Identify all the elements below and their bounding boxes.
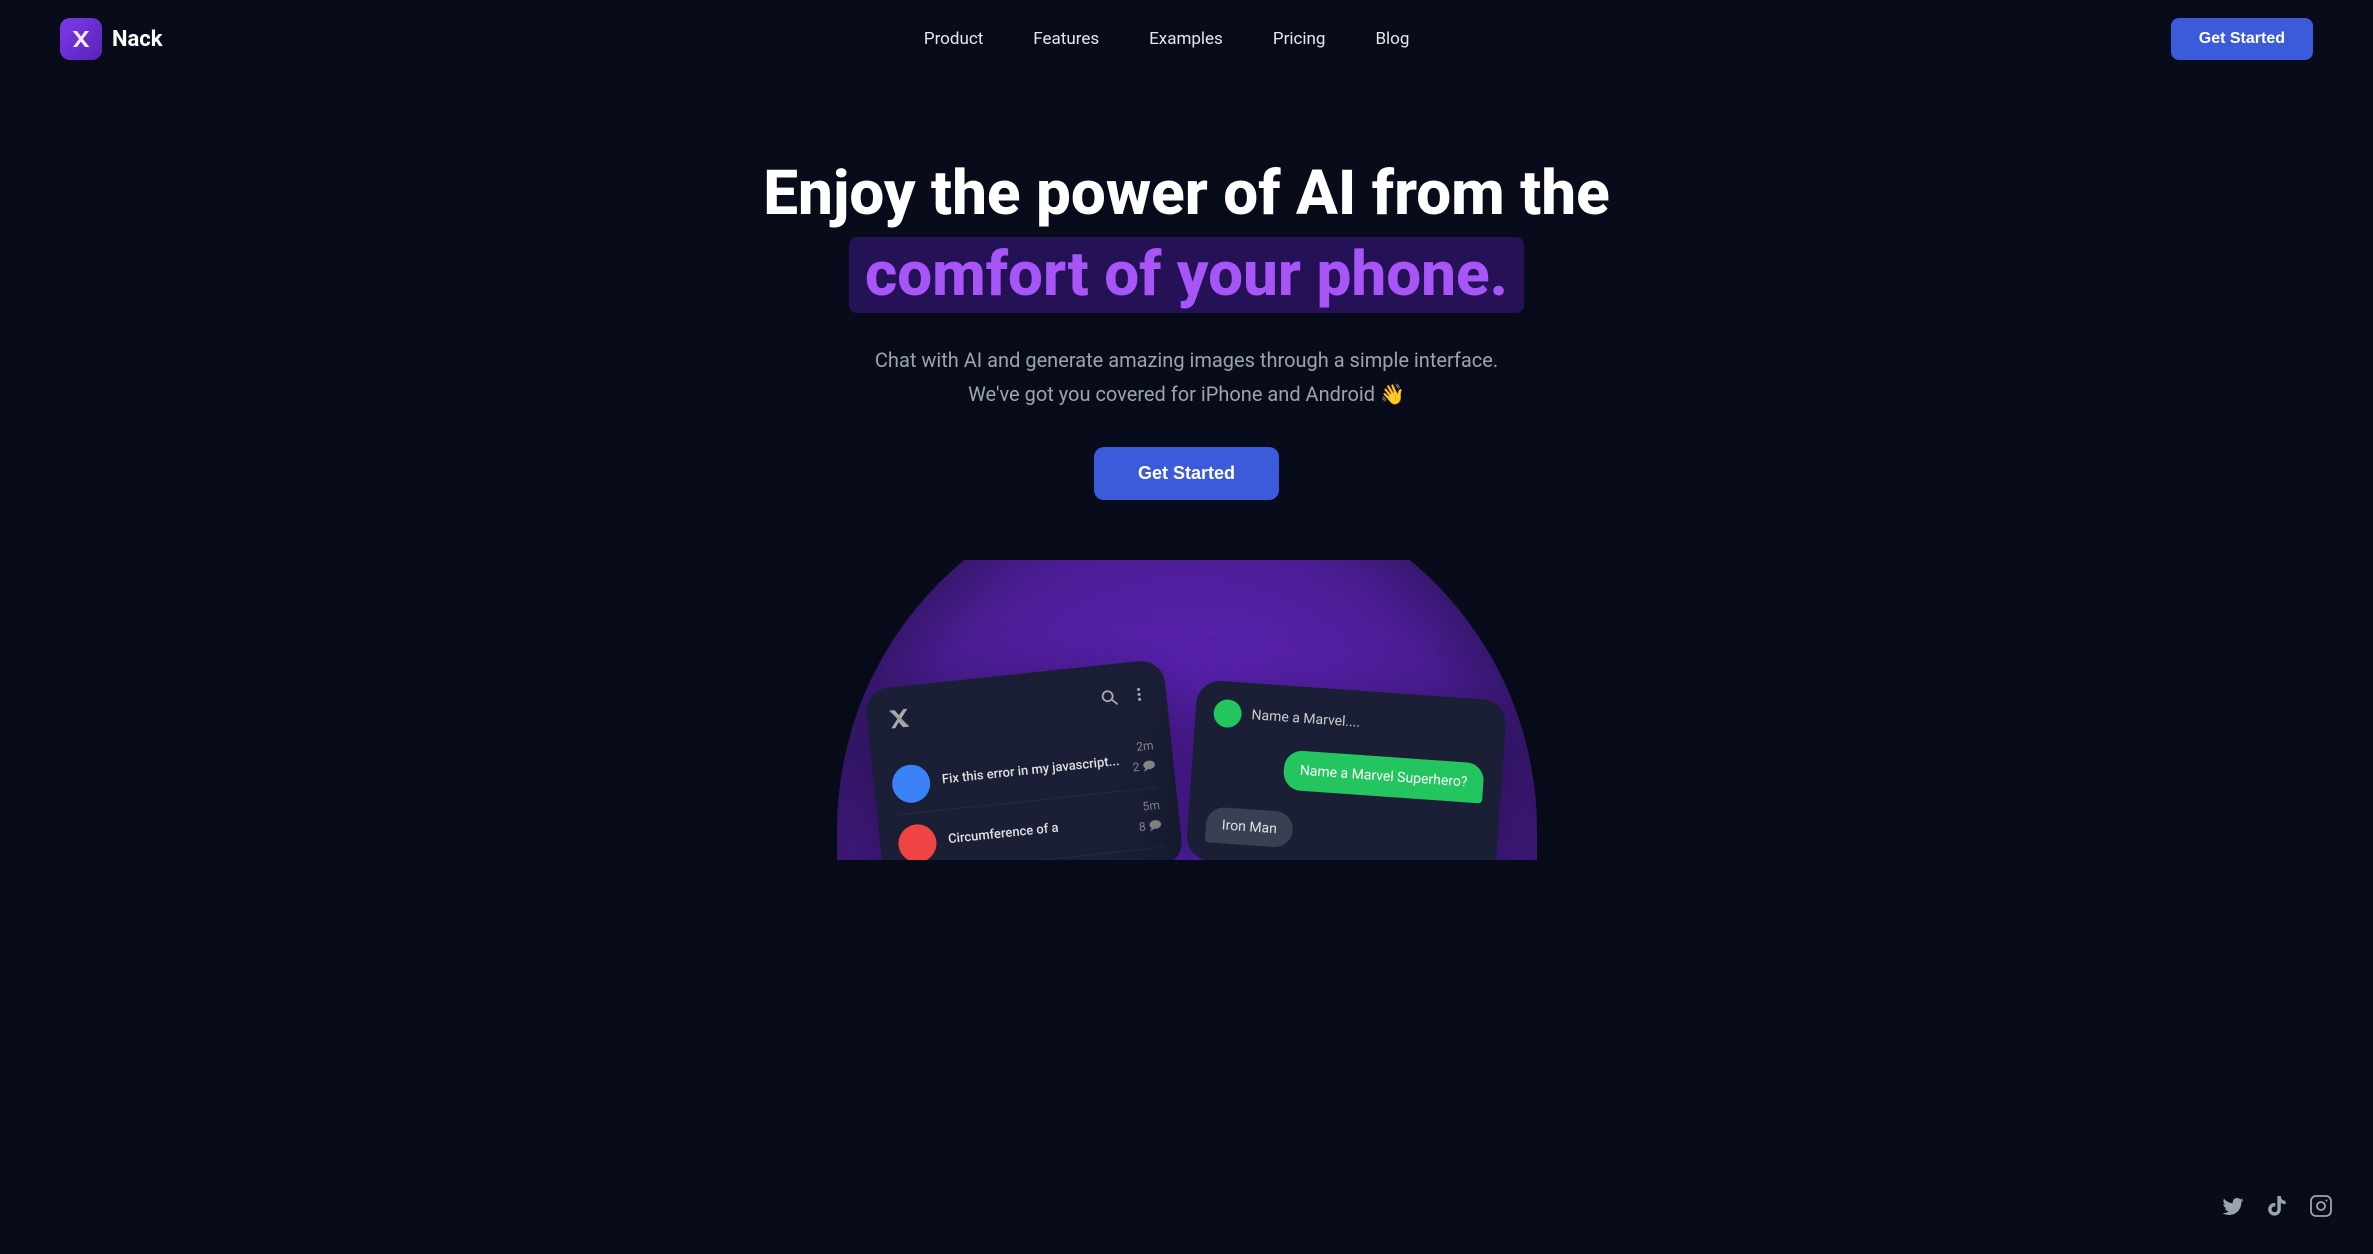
- chat-item-1-meta: 2m 2 🗩: [1129, 738, 1156, 779]
- nav-item-features[interactable]: Features: [1033, 29, 1099, 49]
- hero-subtitle-line1: Chat with AI and generate amazing images…: [875, 348, 1498, 372]
- tiktok-icon[interactable]: [2265, 1194, 2289, 1224]
- hero-cta-button[interactable]: Get Started: [1094, 447, 1279, 500]
- nav-cta-button[interactable]: Get Started: [2171, 18, 2313, 60]
- chat-avatar-blue: [890, 762, 932, 804]
- nav-item-examples[interactable]: Examples: [1149, 29, 1223, 49]
- hero-title-highlight: comfort of your phone.: [849, 237, 1524, 312]
- chat-item-2-text: Circumference of a: [947, 820, 1059, 847]
- nav-item-blog[interactable]: Blog: [1375, 29, 1409, 49]
- left-card-action-icons: [1099, 684, 1149, 712]
- nav-item-product[interactable]: Product: [924, 29, 983, 49]
- hero-subtitle-line2: We've got you covered for iPhone and And…: [968, 382, 1405, 406]
- hero-subtitle: Chat with AI and generate amazing images…: [875, 343, 1498, 411]
- hero-title-line1: Enjoy the power of AI from the: [763, 157, 1610, 230]
- instagram-icon[interactable]: [2309, 1194, 2333, 1224]
- phone-card-right: Name a Marvel.... Name a Marvel Superher…: [1185, 679, 1507, 860]
- left-card-logo-icon: [883, 703, 914, 740]
- logo-text: Nack: [112, 27, 163, 52]
- nav-item-pricing[interactable]: Pricing: [1273, 29, 1326, 49]
- chat-item-2-meta: 5m 8 🗩: [1136, 797, 1163, 838]
- nav-link-blog[interactable]: Blog: [1375, 29, 1409, 49]
- hero-title: Enjoy the power of AI from the comfort o…: [763, 158, 1610, 313]
- conv-header: Name a Marvel....: [1212, 698, 1487, 745]
- conv-bubbles: Name a Marvel Superhero? Iron Man: [1204, 744, 1484, 860]
- chat-item-1-count: 2 🗩: [1131, 756, 1156, 779]
- social-icons-container: [2221, 1194, 2333, 1224]
- nav-link-product[interactable]: Product: [924, 29, 983, 49]
- navbar: Nack Product Features Examples Pricing B…: [0, 0, 2373, 78]
- chat-item-1-time: 2m: [1129, 738, 1153, 754]
- logo[interactable]: Nack: [60, 18, 163, 60]
- logo-icon: [60, 18, 102, 60]
- phone-card-left: Fix this error in my javascript... 2m 2 …: [864, 658, 1184, 859]
- response-bubble: Iron Man: [1204, 806, 1293, 848]
- conv-title: Name a Marvel....: [1251, 707, 1361, 731]
- search-icon: [1099, 687, 1119, 712]
- twitter-icon[interactable]: [2221, 1194, 2245, 1224]
- chat-item-2-left: Circumference of a: [896, 809, 1060, 860]
- chat-item-1-text: Fix this error in my javascript...: [941, 753, 1120, 787]
- nav-link-features[interactable]: Features: [1033, 29, 1099, 49]
- phones-container: Fix this error in my javascript... 2m 2 …: [872, 654, 1502, 860]
- chat-item-2-count: 8 🗩: [1137, 815, 1162, 838]
- nav-link-pricing[interactable]: Pricing: [1273, 29, 1326, 49]
- nav-links: Product Features Examples Pricing Blog: [924, 29, 1410, 49]
- more-icon: [1129, 684, 1149, 709]
- nav-link-examples[interactable]: Examples: [1149, 29, 1223, 49]
- chat-item-2-time: 5m: [1136, 797, 1160, 813]
- hero-section: Enjoy the power of AI from the comfort o…: [0, 78, 2373, 860]
- chat-avatar-red: [896, 822, 938, 860]
- phone-mockup-section: Fix this error in my javascript... 2m 2 …: [0, 560, 2373, 860]
- left-card-header: [883, 678, 1149, 739]
- conv-avatar: [1212, 698, 1242, 728]
